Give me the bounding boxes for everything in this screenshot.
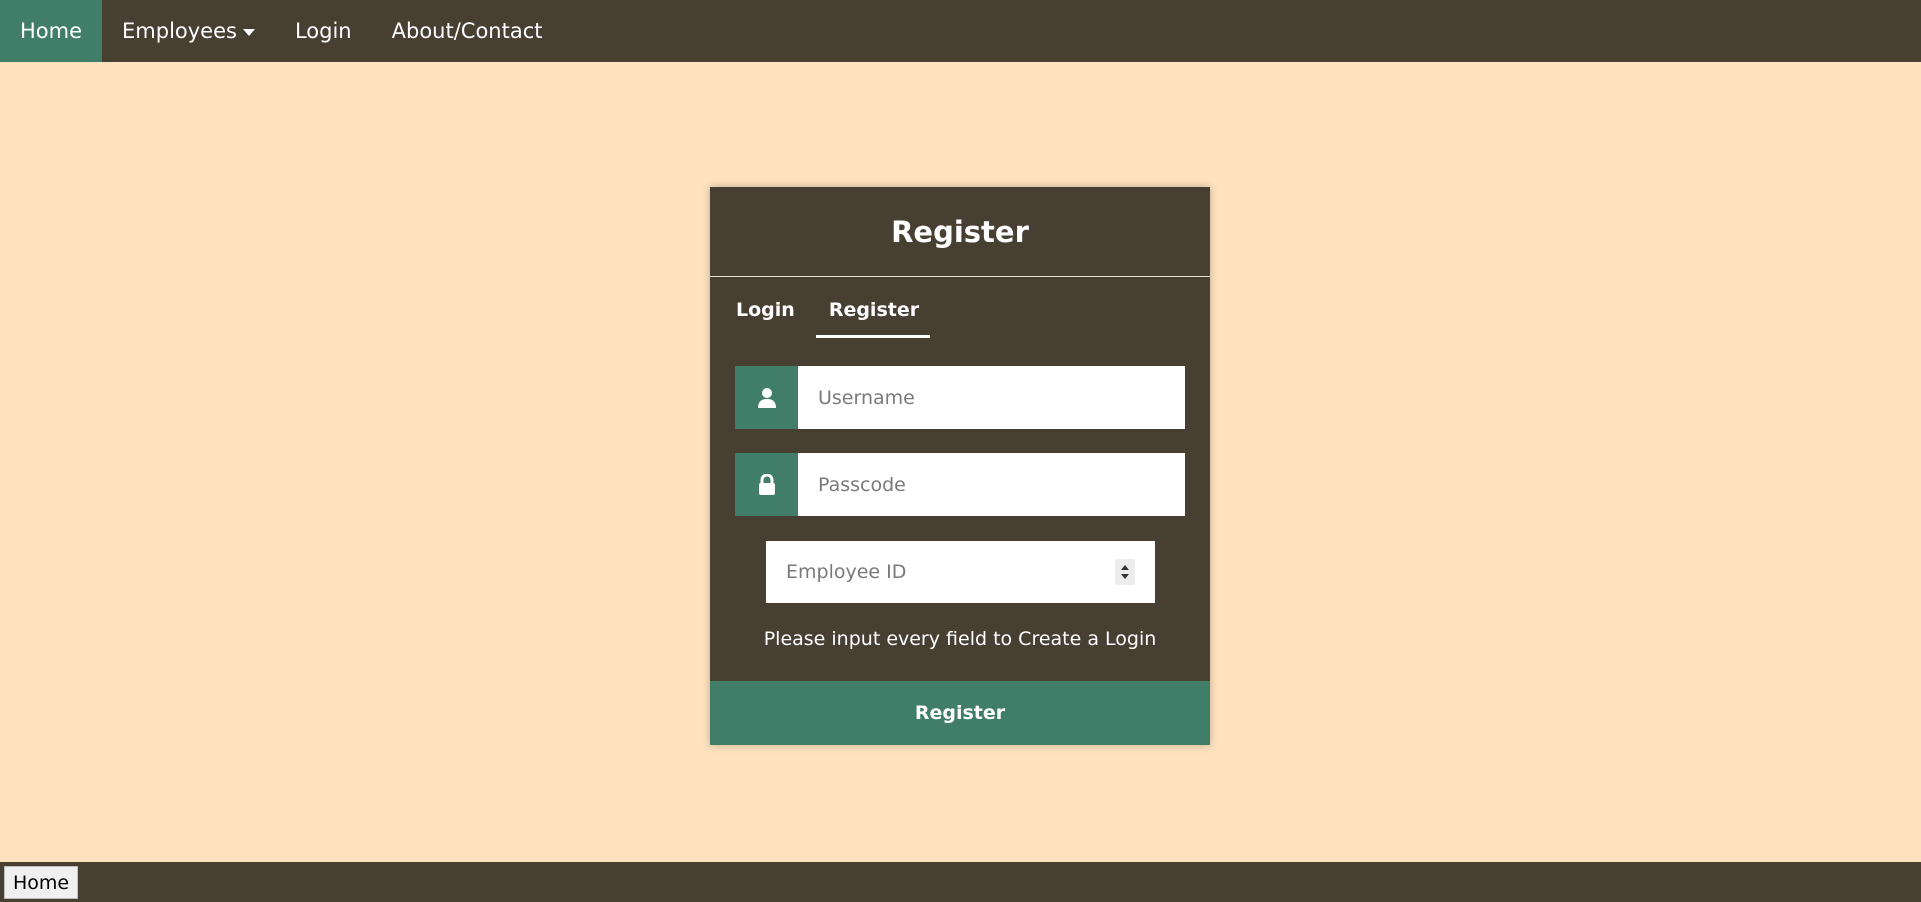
nav-home-label: Home <box>20 19 83 43</box>
nav-home[interactable]: Home <box>0 0 103 62</box>
nav-about-contact[interactable]: About/Contact <box>372 0 563 62</box>
tab-register[interactable]: Register <box>815 289 931 338</box>
employee-id-field <box>766 541 1155 603</box>
caret-down-icon <box>242 28 255 36</box>
form-hint: Please input every field to Create a Log… <box>763 628 1157 650</box>
username-input-group <box>735 366 1185 429</box>
nav-about-contact-label: About/Contact <box>391 19 543 43</box>
number-spinner[interactable] <box>1115 559 1135 585</box>
nav-login[interactable]: Login <box>275 0 372 62</box>
tab-login[interactable]: Login <box>732 289 799 338</box>
register-card: Register Login Register Please input e <box>710 187 1210 745</box>
nav-employees-label: Employees <box>122 19 237 43</box>
passcode-input[interactable] <box>798 453 1185 516</box>
lock-icon <box>735 453 798 516</box>
passcode-input-group <box>735 453 1185 516</box>
top-navbar: Home Employees Login About/Contact <box>0 0 1921 62</box>
username-input[interactable] <box>798 366 1185 429</box>
spin-up-icon[interactable] <box>1121 565 1129 570</box>
register-submit-button[interactable]: Register <box>710 681 1210 745</box>
auth-tabs: Login Register <box>732 289 947 338</box>
card-title: Register <box>710 187 1210 277</box>
nav-employees-dropdown[interactable]: Employees <box>102 0 275 62</box>
footer-bar: Home <box>0 862 1921 902</box>
nav-login-label: Login <box>294 19 352 43</box>
employee-id-input[interactable] <box>766 541 1115 603</box>
spin-down-icon[interactable] <box>1121 574 1129 579</box>
user-icon <box>735 366 798 429</box>
footer-home-button[interactable]: Home <box>4 866 79 899</box>
